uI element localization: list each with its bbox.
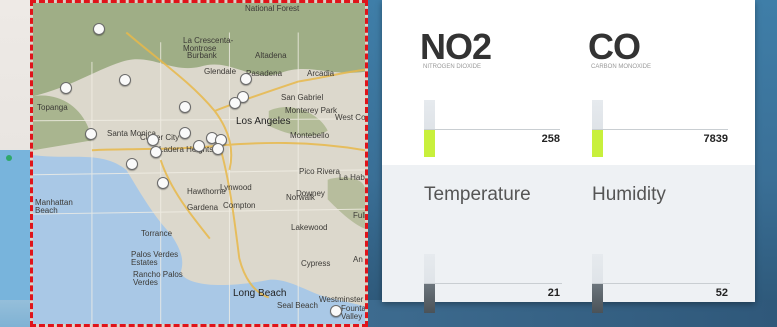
humidity-value: 52 xyxy=(715,287,728,299)
map-place-label: Cypress xyxy=(301,259,331,268)
no2-title: NO2 xyxy=(420,26,492,67)
no2-subtitle: NITROGEN DIOXIDE xyxy=(423,64,482,70)
map-place-label: Westminster xyxy=(319,295,364,304)
map-place-label: Fountain Valley xyxy=(341,304,368,321)
map-place-label: Monterey Park xyxy=(285,106,338,115)
map-place-label: Lynwood xyxy=(220,183,252,192)
map-place-label: Palos Verdes Estates xyxy=(131,250,179,267)
co-title: CO xyxy=(588,26,641,67)
co-tile: CO CARBON MONOXIDE 7839 xyxy=(588,26,738,161)
map-panel[interactable]: National Forest La Crescenta-Montrose Burb… xyxy=(30,0,368,327)
map-place-label: Long Beach xyxy=(233,288,287,299)
map-place-label: An xyxy=(353,255,363,264)
map-place-label: Fulle xyxy=(353,211,366,220)
sensor-location-pin[interactable] xyxy=(212,143,224,155)
sensor-location-pin[interactable] xyxy=(330,305,342,317)
no2-gauge-fill xyxy=(424,130,435,157)
map-place-label: San Gabriel xyxy=(281,93,324,102)
sensor-location-pin[interactable] xyxy=(147,134,159,146)
map-place-label: Torrance xyxy=(141,229,173,238)
humidity-gauge-fill xyxy=(592,284,603,313)
map-place-label: Ladera Heights xyxy=(159,145,214,154)
co-value: 7839 xyxy=(703,133,728,145)
map-place-label: Los Angeles xyxy=(236,116,291,127)
map-place-label: Arcadia xyxy=(307,69,335,78)
map-place-label: Norwalk xyxy=(286,193,315,202)
map-place-label: Altadena xyxy=(255,51,287,60)
no2-gauge-line xyxy=(424,129,560,130)
map-place-label: Seal Beach xyxy=(277,301,318,310)
no2-tile: NO2 NITROGEN DIOXIDE 258 xyxy=(420,26,570,161)
sensor-location-pin[interactable] xyxy=(157,177,169,189)
map-place-label: West Co xyxy=(335,113,366,122)
map-place-label: Lakewood xyxy=(291,223,328,232)
map-place-label: Pico Rivera xyxy=(299,167,340,176)
map-place-label: Burbank xyxy=(187,51,217,60)
map-place-label: Compton xyxy=(223,201,256,210)
sensor-location-pin[interactable] xyxy=(179,127,191,139)
humidity-title: Humidity xyxy=(592,184,666,205)
previous-panel-edge xyxy=(0,0,30,327)
sensor-location-pin[interactable] xyxy=(60,82,72,94)
map-place-label: Culver City xyxy=(140,133,180,142)
co-subtitle: CARBON MONOXIDE xyxy=(591,64,652,70)
humidity-gauge-line xyxy=(592,283,730,284)
sensor-location-pin[interactable] xyxy=(93,23,105,35)
map-place-label: Manhattan Beach xyxy=(35,198,73,215)
temperature-tile: Temperature 21 xyxy=(424,184,574,313)
map-place-label: La Hab xyxy=(339,173,365,182)
sensor-card: NO2 NITROGEN DIOXIDE 258 CO CARBON MONOX… xyxy=(382,0,755,313)
humidity-tile: Humidity 52 xyxy=(592,184,742,313)
sensor-location-pin[interactable] xyxy=(229,97,241,109)
temperature-gauge-line xyxy=(424,283,562,284)
map-place-label: Rancho Palos Verdes xyxy=(133,270,183,287)
sensor-location-pin[interactable] xyxy=(150,146,162,158)
co-gauge-fill xyxy=(592,130,603,157)
co-gauge-line xyxy=(592,129,728,130)
map-place-label: Gardena xyxy=(187,203,219,212)
sensor-location-pin[interactable] xyxy=(85,128,97,140)
sensor-location-pin[interactable] xyxy=(179,101,191,113)
sensor-location-pin[interactable] xyxy=(119,74,131,86)
no2-value: 258 xyxy=(541,133,560,145)
map-marker-dot xyxy=(6,155,12,161)
temperature-gauge-fill xyxy=(424,284,435,313)
map-place-label: Glendale xyxy=(204,67,237,76)
map-place-label: Topanga xyxy=(37,103,68,112)
map-place-label: National Forest xyxy=(245,4,300,13)
sensor-location-pin[interactable] xyxy=(193,140,205,152)
sensor-location-pin[interactable] xyxy=(126,158,138,170)
ocean-area xyxy=(0,150,30,300)
temperature-value: 21 xyxy=(547,287,560,299)
map-place-label: Montebello xyxy=(290,131,330,140)
sensor-location-pin[interactable] xyxy=(240,73,252,85)
temperature-title: Temperature xyxy=(424,184,531,205)
